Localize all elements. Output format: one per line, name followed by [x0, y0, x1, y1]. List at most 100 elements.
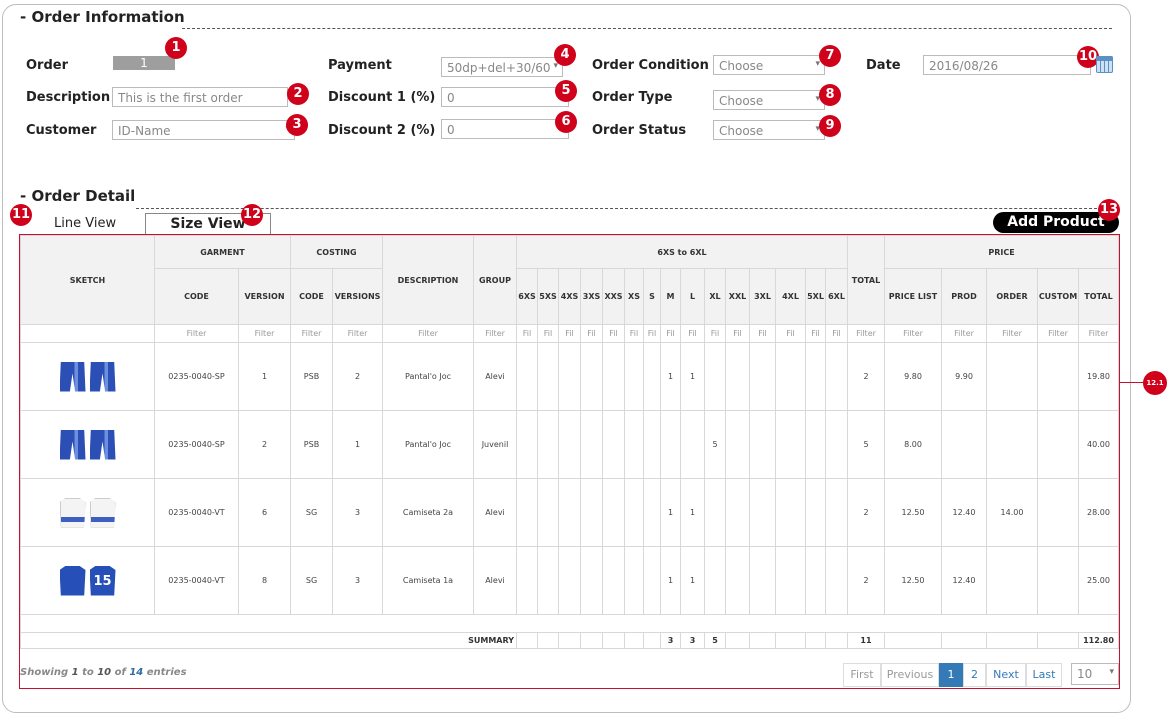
sketch-image — [22, 497, 154, 528]
size-qty-cell — [704, 478, 726, 547]
size-qty-cell — [602, 410, 625, 479]
date-field[interactable]: 2016/08/26 — [923, 55, 1091, 75]
summary-empty-cell — [1037, 632, 1079, 649]
filter-input[interactable]: Filter — [986, 324, 1038, 343]
size-qty-cell — [825, 410, 848, 479]
description-cell: Pantal'o Joc — [382, 410, 474, 479]
size-qty-cell: 1 — [660, 478, 681, 547]
tab-line-view[interactable]: Line View — [54, 216, 116, 231]
size-qty-cell — [680, 410, 705, 479]
filter-input[interactable]: Fil — [725, 324, 750, 343]
prod-cell: 12.40 — [941, 546, 987, 615]
summary-size-cell — [725, 632, 750, 649]
group-cell: Alevi — [473, 342, 517, 411]
filter-input[interactable]: Fil — [704, 324, 726, 343]
annotation-badge-6: 6 — [555, 111, 577, 133]
discount2-field[interactable]: 0 — [441, 119, 569, 139]
filter-input[interactable]: Filter — [332, 324, 383, 343]
calendar-icon[interactable] — [1096, 56, 1113, 73]
pagination-page-1[interactable]: 1 — [939, 663, 963, 687]
summary-size-cell — [775, 632, 806, 649]
group-cell: Alevi — [473, 478, 517, 547]
pagination-last[interactable]: Last — [1026, 663, 1062, 687]
filter-input[interactable]: Filter — [847, 324, 885, 343]
filter-input[interactable]: Fil — [624, 324, 644, 343]
total-cell: 2 — [847, 478, 885, 547]
table-row[interactable]: 0235-0040-SP 2 PSB 1 Pantal'o Joc Juvenil 5 5 8.… — [20, 410, 1119, 479]
filter-input[interactable]: Fil — [775, 324, 806, 343]
filter-input[interactable]: Fil — [660, 324, 681, 343]
description-cell: Pantal'o Joc — [382, 342, 474, 411]
price-total-cell: 40.00 — [1078, 410, 1119, 479]
annotation-badge-9: 9 — [819, 115, 841, 137]
filter-input[interactable]: Filter — [238, 324, 291, 343]
order-type-select[interactable]: Choose — [713, 90, 825, 110]
filter-input[interactable]: Fil — [516, 324, 538, 343]
size-qty-cell — [643, 478, 661, 547]
date-label: Date — [866, 58, 901, 73]
filter-input[interactable]: Filter — [154, 324, 239, 343]
size-qty-cell — [825, 342, 848, 411]
filter-input[interactable]: Fil — [825, 324, 848, 343]
size-qty-cell — [602, 342, 625, 411]
filter-input[interactable]: Filter — [382, 324, 474, 343]
annotation-badge-13: 13 — [1098, 199, 1120, 221]
pagination-first[interactable]: First — [843, 663, 881, 687]
garment-code-cell: 0235-0040-SP — [154, 342, 239, 411]
description-field[interactable]: This is the first order — [112, 87, 288, 107]
filter-input[interactable]: Fil — [580, 324, 603, 343]
size-qty-cell — [516, 410, 538, 479]
size-header: S — [643, 268, 661, 325]
pagination-next[interactable]: Next — [986, 663, 1026, 687]
filter-input[interactable]: Fil — [537, 324, 559, 343]
size-qty-cell — [516, 478, 538, 547]
customer-select[interactable]: ID-Name — [112, 120, 295, 140]
filter-input[interactable]: Filter — [290, 324, 333, 343]
summary-size-cell — [749, 632, 776, 649]
filter-input[interactable]: Filter — [884, 324, 942, 343]
annotation-badge-11: 11 — [10, 204, 32, 226]
filter-input[interactable]: Filter — [1078, 324, 1119, 343]
filter-input[interactable]: Fil — [680, 324, 705, 343]
page-size-select[interactable]: 10 — [1071, 663, 1119, 685]
pagination-previous[interactable]: Previous — [881, 663, 939, 687]
discount1-field[interactable]: 0 — [441, 87, 569, 107]
filter-input[interactable]: Fil — [749, 324, 776, 343]
filter-input[interactable]: Filter — [1037, 324, 1079, 343]
table-row[interactable]: 0235-0040-VT 6 SG 3 Camiseta 2a Alevi 1 1 2 12.50… — [20, 478, 1119, 547]
filter-input[interactable]: Fil — [558, 324, 581, 343]
size-view-table: SKETCH GARMENT COSTING DESCRIPTION GROUP… — [20, 235, 1119, 649]
order-condition-select[interactable]: Choose — [713, 55, 825, 75]
summary-size-cell: 3 — [660, 632, 681, 649]
size-qty-cell — [558, 546, 581, 615]
size-qty-cell: 1 — [680, 478, 705, 547]
summary-size-cell — [805, 632, 826, 649]
summary-size-cell — [602, 632, 625, 649]
pagination-page-2[interactable]: 2 — [963, 663, 986, 687]
order-number: 1 — [113, 56, 175, 70]
garment-version-cell: 2 — [238, 410, 291, 479]
annotation-badge-2: 2 — [287, 83, 309, 105]
size-view-table-container: SKETCH GARMENT COSTING DESCRIPTION GROUP… — [19, 234, 1120, 689]
jersey-blue-garment-image: 15 — [89, 565, 116, 596]
filter-input[interactable]: Fil — [805, 324, 826, 343]
custom-header: CUSTOM — [1037, 268, 1079, 325]
filter-input[interactable]: Fil — [602, 324, 625, 343]
filter-input[interactable]: Filter — [473, 324, 517, 343]
payment-select[interactable]: 50dp+del+30/60 — [441, 57, 563, 77]
table-row[interactable]: 0235-0040-SP 1 PSB 2 Pantal'o Joc Alevi 1 1 2 9.8… — [20, 342, 1119, 411]
jersey-white-garment-image — [59, 497, 86, 528]
size-qty-cell — [704, 342, 726, 411]
garment-version-cell: 1 — [238, 342, 291, 411]
filter-input[interactable]: Fil — [643, 324, 661, 343]
group-cell: Alevi — [473, 546, 517, 615]
order-price-cell — [986, 546, 1038, 615]
order-header: ORDER — [986, 268, 1038, 325]
order-status-select[interactable]: Choose — [713, 120, 825, 140]
price-total-cell: 25.00 — [1078, 546, 1119, 615]
size-qty-cell — [558, 410, 581, 479]
table-row[interactable]: 15 0235-0040-VT 8 SG 3 Camiseta 1a Alevi 1 1 2 12.… — [20, 546, 1119, 615]
garment-version-cell: 6 — [238, 478, 291, 547]
filter-input[interactable]: Filter — [941, 324, 987, 343]
filter-row: Filter Filter Filter Filter Filter Filter Fil F… — [20, 324, 1119, 343]
